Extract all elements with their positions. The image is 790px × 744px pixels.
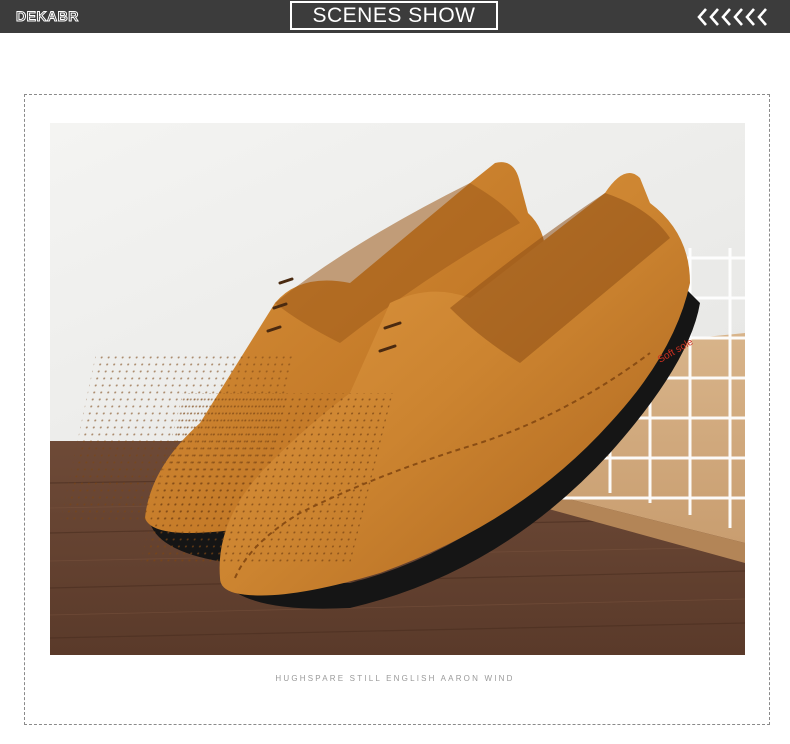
- header-bar: DEKABR SCENES SHOW: [0, 0, 790, 33]
- section-title: SCENES SHOW: [312, 3, 476, 27]
- section-title-box: SCENES SHOW: [290, 1, 498, 30]
- product-photo: Soft sole: [50, 123, 745, 655]
- photo-caption: HUGHSPARE STILL ENGLISH AARON WIND: [275, 674, 515, 683]
- brand-logo[interactable]: DEKABR: [16, 8, 79, 25]
- chevron-left-multi-icon[interactable]: [697, 7, 773, 27]
- shoe-scene-illustration: Soft sole: [50, 123, 745, 655]
